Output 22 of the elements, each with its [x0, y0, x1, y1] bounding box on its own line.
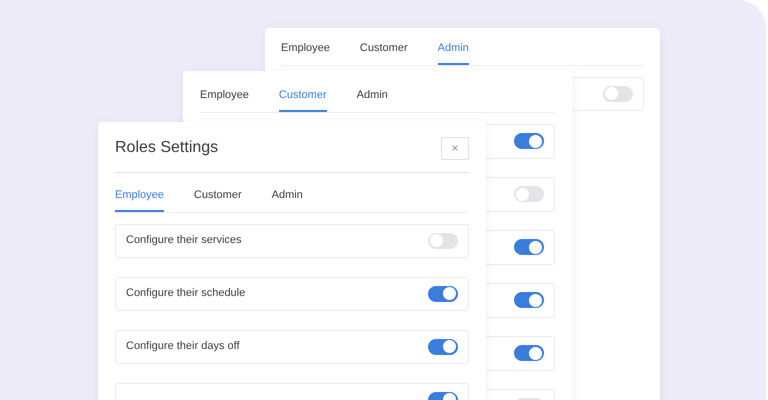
toggle-switch[interactable]: [514, 133, 544, 149]
toggle-switch[interactable]: [514, 239, 544, 255]
toggle-switch[interactable]: [514, 292, 544, 308]
toggle-switch[interactable]: [514, 345, 544, 361]
toggle-switch[interactable]: [428, 232, 458, 248]
tab[interactable]: Customer: [360, 40, 408, 64]
setting-label: Configure their schedule: [126, 286, 246, 302]
tab[interactable]: Admin: [272, 187, 303, 212]
toggle-switch[interactable]: [603, 86, 633, 102]
tab[interactable]: Customer: [194, 187, 242, 212]
setting-label: Configure their days off: [126, 339, 240, 354]
tab[interactable]: Customer: [278, 87, 327, 112]
toggle-switch[interactable]: [428, 338, 458, 354]
tab[interactable]: Admin: [356, 87, 388, 112]
tab[interactable]: Employee: [115, 187, 164, 212]
toggle-switch[interactable]: [514, 186, 544, 202]
tab[interactable]: Employee: [281, 40, 330, 64]
tab[interactable]: Admin: [438, 40, 469, 64]
tab[interactable]: Employee: [200, 87, 249, 112]
dialog-title: Roles Settings: [115, 138, 218, 158]
toggle-switch[interactable]: [428, 286, 458, 302]
setting-label: Configure their services: [126, 233, 242, 248]
